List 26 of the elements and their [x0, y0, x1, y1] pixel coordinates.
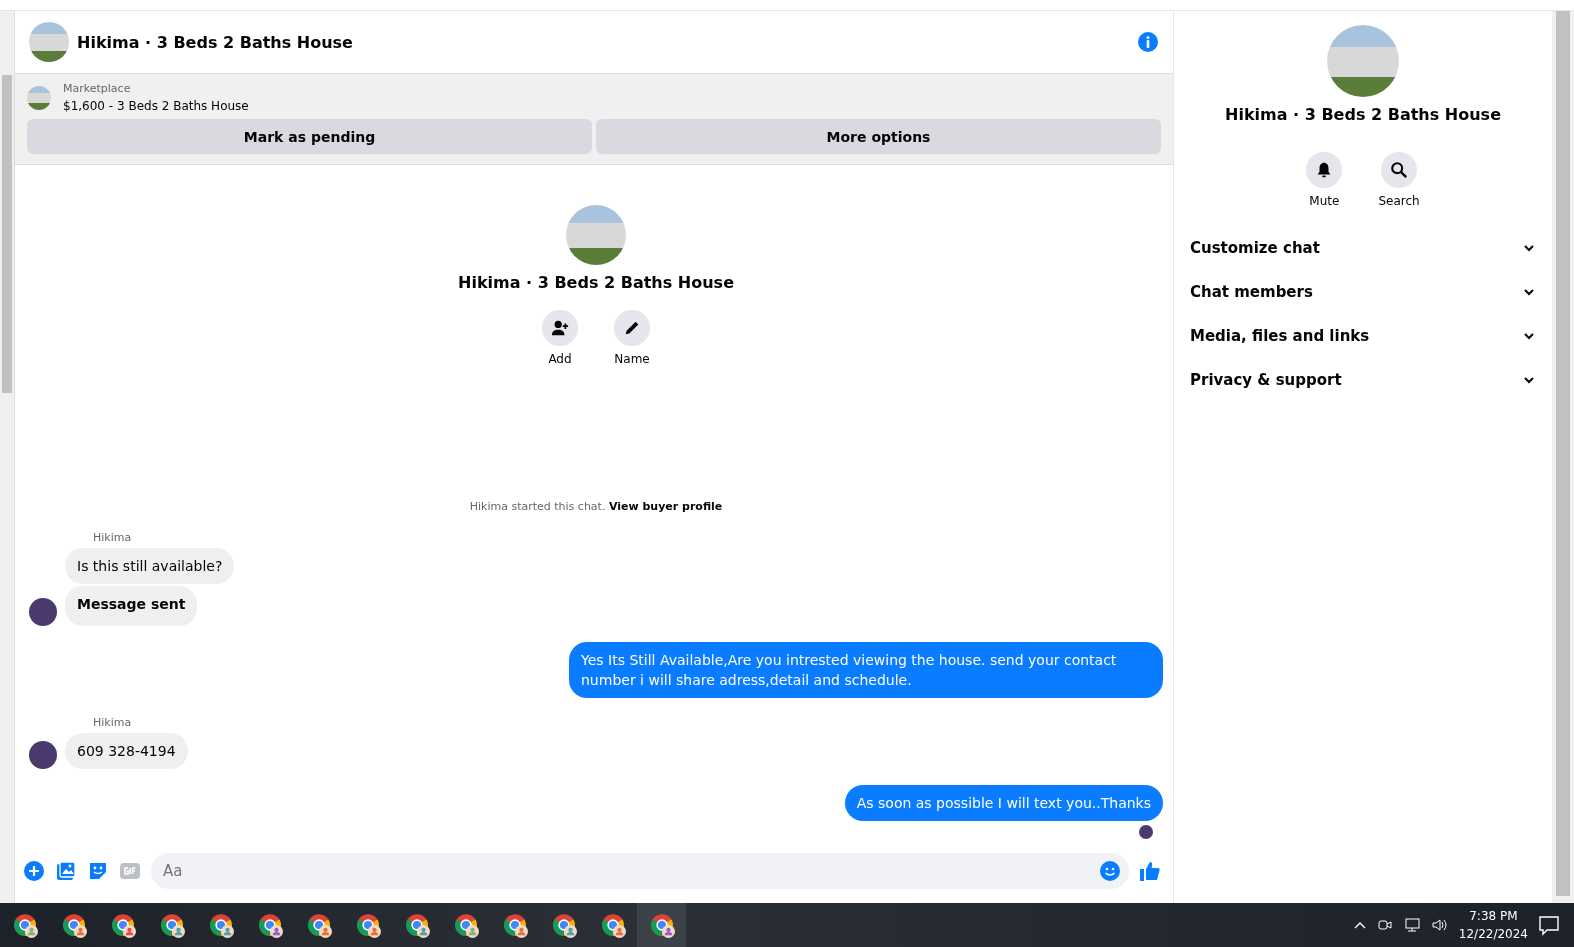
- chat-start-notice: Hikima started this chat. View buyer profile: [469, 500, 723, 513]
- message-input[interactable]: Aa: [151, 853, 1129, 889]
- action-label: Add: [548, 352, 572, 366]
- section-toggle[interactable]: Chat members: [1174, 270, 1552, 314]
- listing-summary: $1,600 - 3 Beds 2 Baths House: [63, 99, 249, 113]
- message-bubble: Message sent: [65, 586, 198, 626]
- action-label: Search: [1378, 194, 1420, 208]
- sender-name: Hikima: [93, 716, 132, 729]
- listing-action-button[interactable]: Mark as pending: [27, 119, 592, 154]
- listing-source: Marketplace: [63, 82, 132, 95]
- action-label: Name: [614, 352, 650, 366]
- listing-action-button[interactable]: More options: [596, 119, 1161, 154]
- chat-title: Hikima · 3 Beds 2 Baths House: [77, 32, 354, 52]
- action-label: Mute: [1309, 194, 1340, 208]
- section-toggle[interactable]: Privacy & support: [1174, 358, 1552, 402]
- sender-name: Hikima: [93, 531, 132, 544]
- clock-date[interactable]: 12/22/2024: [1458, 925, 1528, 943]
- section-toggle[interactable]: Customize chat: [1174, 226, 1552, 270]
- message-bubble: Is this still available?: [65, 548, 235, 584]
- chat-name: Hikima · 3 Beds 2 Baths House: [1225, 105, 1501, 124]
- message-bubble: 609 328-4194: [65, 733, 188, 769]
- message-bubble: As soon as possible I will text you..Thanks: [844, 785, 1163, 821]
- clock-time[interactable]: 7:38 PM: [1458, 907, 1528, 925]
- section-toggle[interactable]: Media, files and links: [1174, 314, 1552, 358]
- message-bubble: Yes Its Still Available,Are you intrested viewing the house. send your contact number i will share adress,detail and schedule.: [569, 642, 1163, 698]
- chat-name: Hikima · 3 Beds 2 Baths House: [458, 273, 734, 292]
